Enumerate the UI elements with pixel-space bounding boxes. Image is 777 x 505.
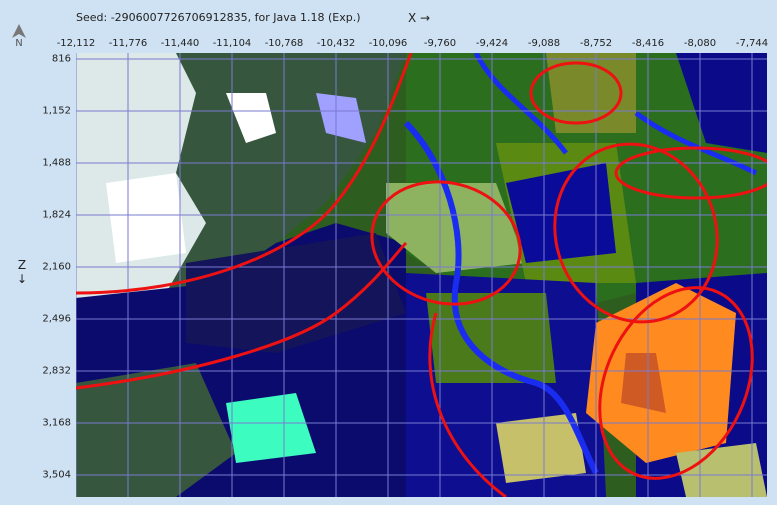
north-label: N	[15, 38, 23, 49]
x-tick-label: -11,440	[160, 38, 200, 49]
x-tick-label: -7,744	[735, 38, 769, 49]
snow-patch-2	[106, 173, 186, 263]
jungle-south	[426, 293, 556, 383]
biome-map[interactable]	[76, 53, 767, 497]
x-tick-label: -10,096	[368, 38, 408, 49]
x-tick-label: -11,776	[108, 38, 148, 49]
x-axis-title: X →	[408, 11, 431, 25]
x-tick-label: -12,112	[56, 38, 96, 49]
z-axis-arrow: ↓	[17, 272, 28, 286]
x-tick-label: -10,768	[264, 38, 304, 49]
z-tick-label: 3,504	[42, 469, 71, 481]
biome-map-canvas[interactable]	[76, 53, 767, 497]
z-tick-label: 2,496	[42, 313, 71, 325]
x-tick-label: -11,104	[212, 38, 252, 49]
z-tick-label: 1,488	[42, 157, 71, 169]
z-tick-label: 2,160	[42, 261, 71, 273]
z-tick-label: 1,152	[42, 105, 71, 117]
x-tick-label: -8,416	[631, 38, 665, 49]
x-tick-label: -10,432	[316, 38, 356, 49]
north-indicator: N	[8, 24, 30, 49]
z-tick-label: 1,824	[42, 209, 71, 221]
north-arrow-icon	[12, 24, 26, 38]
x-tick-label: -8,752	[579, 38, 613, 49]
x-tick-label: -9,424	[475, 38, 509, 49]
z-tick-label: 816	[51, 53, 71, 65]
seed-label: Seed: -2906007726706912835, for Java 1.1…	[76, 11, 361, 24]
x-tick-label: -8,080	[683, 38, 717, 49]
z-tick-label: 3,168	[42, 417, 71, 429]
x-tick-label: -9,088	[527, 38, 561, 49]
z-tick-label: 2,832	[42, 365, 71, 377]
x-tick-label: -9,760	[423, 38, 457, 49]
